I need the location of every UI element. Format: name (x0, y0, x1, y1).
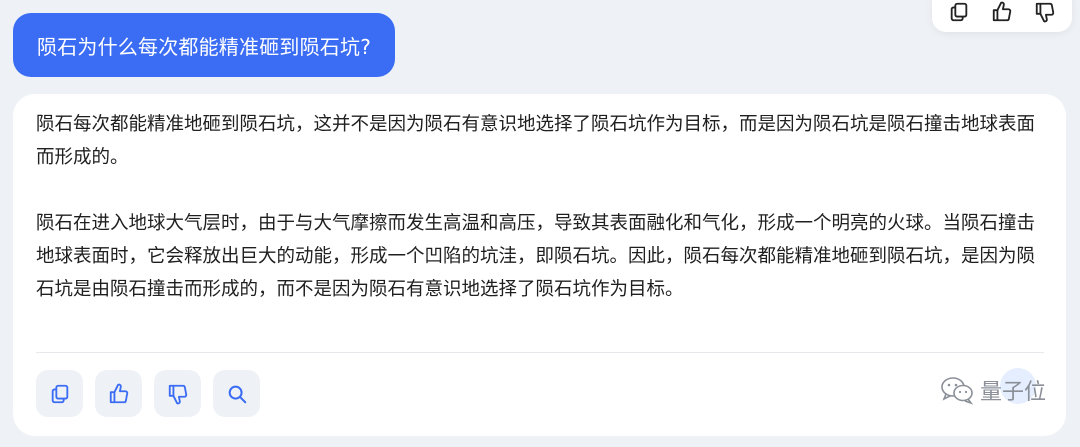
copy-icon (49, 383, 71, 405)
watermark-text: 量子位 (979, 380, 1046, 405)
top-copy-button[interactable] (943, 0, 975, 25)
copy-button[interactable] (36, 370, 83, 417)
top-like-button[interactable] (986, 0, 1018, 25)
answer-body: 陨石每次都能精准地砸到陨石坑，这并不是因为陨石有意识地选择了陨石坑作为目标，而是… (36, 108, 1036, 306)
divider (36, 352, 1044, 353)
user-message-text: 陨石为什么每次都能精准砸到陨石坑? (37, 34, 372, 59)
thumbs-up-icon (991, 1, 1013, 23)
top-message-toolbar (932, 0, 1072, 32)
like-button[interactable] (95, 370, 142, 417)
thumbs-up-icon (108, 383, 130, 405)
dislike-button[interactable] (154, 370, 201, 417)
answer-card: 陨石每次都能精准地砸到陨石坑，这并不是因为陨石有意识地选择了陨石坑作为目标，而是… (13, 94, 1066, 436)
top-dislike-button[interactable] (1029, 0, 1061, 25)
search-button[interactable] (213, 370, 260, 417)
answer-paragraph: 陨石在进入地球大气层时，由于与大气摩擦而发生高温和高压，导致其表面融化和气化，形… (36, 213, 1036, 300)
thumbs-down-icon (167, 383, 189, 405)
chat-screen: 陨石为什么每次都能精准砸到陨石坑? 陨石每次都能精准地砸到陨石坑，这并不是因为陨… (0, 0, 1080, 447)
wechat-logo-icon (940, 375, 974, 405)
user-message-bubble: 陨石为什么每次都能精准砸到陨石坑? (13, 13, 396, 77)
search-icon (226, 383, 248, 405)
watermark: 量子位 (940, 374, 1046, 406)
thumbs-down-icon (1034, 1, 1056, 23)
answer-paragraph: 陨石每次都能精准地砸到陨石坑，这并不是因为陨石有意识地选择了陨石坑作为目标，而是… (36, 114, 1036, 168)
answer-action-bar (36, 370, 260, 417)
copy-icon (948, 1, 970, 23)
